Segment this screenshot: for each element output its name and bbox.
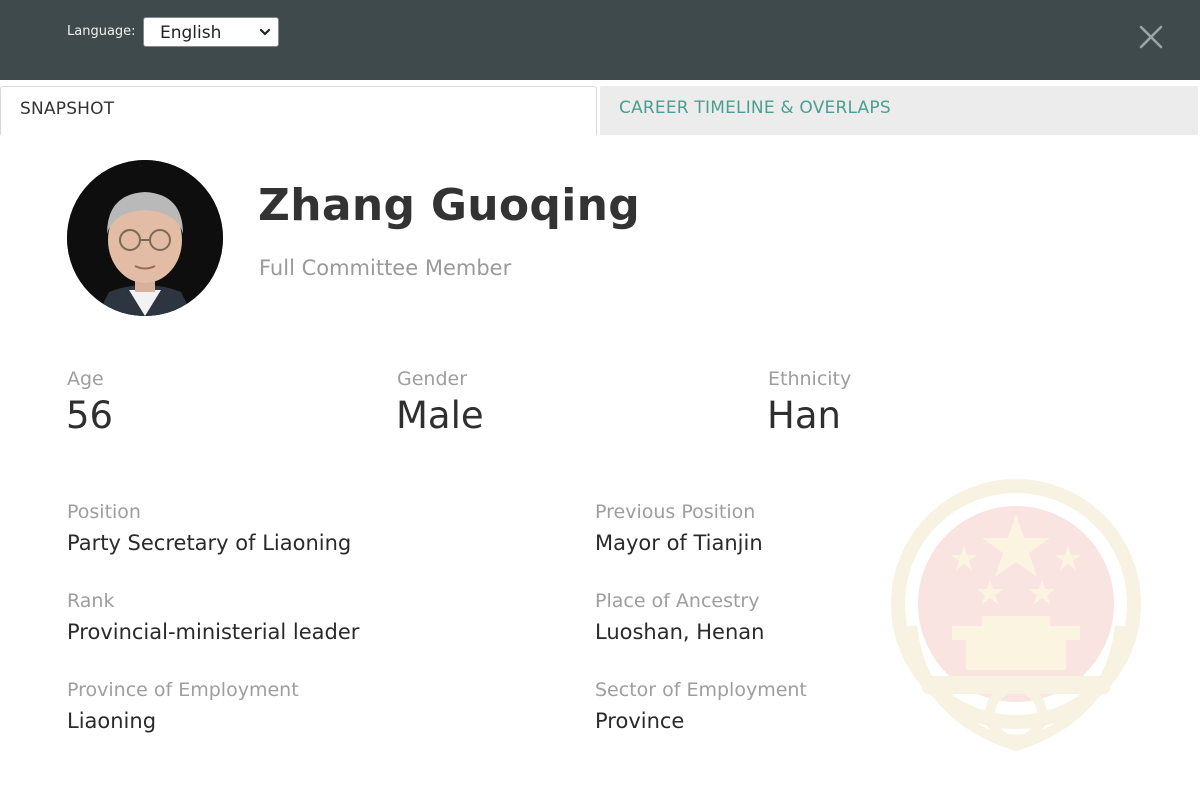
top-bar: Language: English [0, 0, 1200, 80]
profile-name: Zhang Guoqing [258, 180, 641, 231]
province-of-employment-value: Liaoning [67, 709, 157, 733]
tab-career-timeline[interactable]: CAREER TIMELINE & OVERLAPS [600, 86, 1198, 135]
tab-snapshot-label: SNAPSHOT [20, 99, 115, 119]
previous-position-label: Previous Position [595, 501, 756, 523]
province-of-employment-label: Province of Employment [67, 679, 299, 701]
place-of-ancestry-label: Place of Ancestry [595, 590, 760, 612]
gender-value: Male [396, 394, 484, 437]
place-of-ancestry-value: Luoshan, Henan [595, 620, 765, 644]
age-label: Age [67, 368, 104, 390]
rank-value: Provincial-ministerial leader [67, 620, 360, 644]
position-label: Position [67, 501, 141, 523]
previous-position-value: Mayor of Tianjin [595, 531, 763, 555]
ethnicity-value: Han [767, 394, 841, 437]
tab-career-timeline-label: CAREER TIMELINE & OVERLAPS [619, 98, 891, 118]
tab-snapshot[interactable]: SNAPSHOT [0, 86, 597, 135]
ethnicity-label: Ethnicity [768, 368, 852, 390]
chevron-down-icon [259, 28, 271, 36]
rank-label: Rank [67, 590, 115, 612]
age-value: 56 [66, 394, 114, 437]
language-selected-value: English [160, 23, 222, 43]
profile-subtitle: Full Committee Member [259, 256, 512, 280]
avatar [67, 160, 223, 316]
sector-of-employment-value: Province [595, 709, 685, 733]
language-select[interactable]: English [143, 17, 279, 47]
close-icon[interactable] [1138, 24, 1164, 50]
language-label: Language: [67, 24, 136, 39]
national-emblem-watermark [891, 479, 1141, 752]
gender-label: Gender [397, 368, 468, 390]
position-value: Party Secretary of Liaoning [67, 531, 352, 555]
sector-of-employment-label: Sector of Employment [595, 679, 807, 701]
